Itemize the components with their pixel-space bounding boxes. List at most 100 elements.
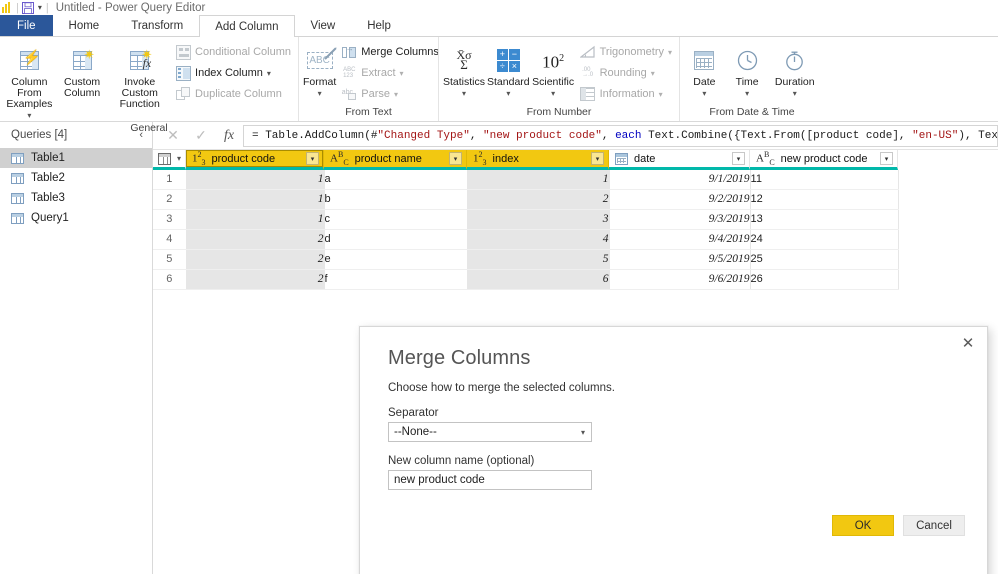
duration-button[interactable]: Duration ▾ — [770, 39, 820, 99]
save-icon[interactable] — [21, 1, 34, 14]
column-filter-icon[interactable]: ▾ — [880, 152, 894, 165]
format-caret[interactable]: ▾ — [318, 88, 322, 99]
table-cell[interactable]: 4 — [467, 229, 610, 250]
custom-column-button[interactable]: ✷ Custom Column — [57, 39, 108, 99]
statistics-caret[interactable]: ▾ — [462, 88, 466, 99]
quick-access-dropdown-icon[interactable]: ▾ — [37, 3, 43, 12]
column-from-examples-button[interactable]: ⚡ Column From Examples ▾ — [4, 39, 55, 121]
tab-transform[interactable]: Transform — [115, 15, 199, 36]
table-row[interactable]: 2 1 b 2 9/2/2019 12 — [153, 189, 899, 210]
table-cell[interactable]: 24 — [750, 229, 899, 250]
table-cell[interactable]: 25 — [750, 249, 899, 270]
standard-caret[interactable]: ▾ — [506, 88, 510, 99]
table-cell[interactable]: a — [324, 170, 468, 190]
table-cell[interactable]: 1 — [186, 209, 325, 230]
trigonometry-button[interactable]: Trigonometry ▾ — [577, 43, 675, 61]
date-button[interactable]: Date ▾ — [684, 39, 725, 99]
column-filter-icon[interactable]: ▾ — [306, 152, 320, 165]
extract-caret[interactable]: ▾ — [400, 69, 404, 78]
column-from-examples-caret[interactable]: ▾ — [27, 110, 31, 121]
table-cell[interactable]: 2 — [186, 269, 325, 290]
information-button[interactable]: Information ▾ — [577, 85, 675, 103]
table-cell[interactable]: 9/3/2019 — [609, 209, 751, 230]
table-corner-header[interactable]: ▾ — [153, 150, 187, 170]
column-filter-icon[interactable]: ▾ — [591, 152, 605, 165]
tab-file[interactable]: File — [0, 15, 53, 36]
column-filter-icon[interactable]: ▾ — [449, 152, 463, 165]
rounding-caret[interactable]: ▾ — [651, 69, 655, 78]
column-filter-icon[interactable]: ▾ — [732, 152, 746, 165]
format-button[interactable]: ABC Format ▾ — [303, 39, 336, 99]
table-cell[interactable]: f — [324, 269, 468, 290]
table-cell[interactable]: 2 — [186, 249, 325, 270]
merge-columns-button[interactable]: → Merge Columns — [338, 43, 442, 61]
table-cell[interactable]: 9/5/2019 — [609, 249, 751, 270]
conditional-column-button[interactable]: Conditional Column — [172, 43, 294, 61]
table-cell[interactable]: 9/2/2019 — [609, 189, 751, 210]
tab-home[interactable]: Home — [53, 15, 116, 36]
table-cell[interactable]: d — [324, 229, 468, 250]
table-cell[interactable]: c — [324, 209, 468, 230]
sidebar-item-table3[interactable]: Table3 — [0, 188, 152, 208]
column-header-date[interactable]: date ▾ — [609, 150, 751, 170]
invoke-custom-function-button[interactable]: ✷ fx Invoke Custom Function — [109, 39, 170, 110]
sidebar-item-query1[interactable]: Query1 — [0, 208, 152, 228]
table-row[interactable]: 3 1 c 3 9/3/2019 13 — [153, 209, 899, 230]
column-header-new-product-code[interactable]: ABC new product code ▾ — [750, 150, 899, 170]
table-cell[interactable]: 2 — [186, 229, 325, 250]
table-cell[interactable]: 2 — [467, 189, 610, 210]
table-cell[interactable]: e — [324, 249, 468, 270]
table-cell[interactable]: 1 — [467, 170, 610, 190]
tab-view[interactable]: View — [295, 15, 352, 36]
rounding-button[interactable]: .00 →.0 Rounding ▾ — [577, 64, 675, 82]
tab-help[interactable]: Help — [351, 15, 407, 36]
table-cell[interactable]: 26 — [750, 269, 899, 290]
scientific-button[interactable]: 102 Scientific ▾ — [532, 39, 575, 99]
cancel-button[interactable]: Cancel — [903, 515, 965, 536]
column-header-product-name[interactable]: ABC product name ▾ — [324, 150, 468, 170]
parse-button[interactable]: abc Parse ▾ — [338, 85, 442, 103]
standard-button[interactable]: + − ÷ × Standard ▾ — [487, 39, 530, 99]
chevron-down-icon[interactable]: ▾ — [575, 428, 591, 437]
row-number[interactable]: 5 — [153, 249, 187, 270]
table-cell[interactable]: 13 — [750, 209, 899, 230]
column-header-product-code[interactable]: 123 product code ▾ — [186, 150, 325, 170]
index-column-button[interactable]: Index Column ▾ — [172, 64, 294, 82]
ok-button[interactable]: OK — [832, 515, 894, 536]
statistics-button[interactable]: X̄σ Σ Statistics ▾ — [443, 39, 485, 99]
time-caret[interactable]: ▾ — [745, 88, 749, 99]
formula-input[interactable]: = Table.AddColumn(#"Changed Type", "new … — [243, 124, 998, 147]
duplicate-column-button[interactable]: Duplicate Column — [172, 85, 294, 103]
row-number[interactable]: 2 — [153, 189, 187, 210]
sidebar-item-table1[interactable]: Table1 — [0, 148, 152, 168]
row-number[interactable]: 1 — [153, 170, 187, 190]
tab-add-column[interactable]: Add Column — [199, 15, 295, 37]
table-cell[interactable]: 11 — [750, 170, 899, 190]
table-cell[interactable]: 9/1/2019 — [609, 170, 751, 190]
table-cell[interactable]: 1 — [186, 170, 325, 190]
table-row[interactable]: 5 2 e 5 9/5/2019 25 — [153, 249, 899, 270]
table-row[interactable]: 6 2 f 6 9/6/2019 26 — [153, 269, 899, 290]
parse-caret[interactable]: ▾ — [394, 90, 398, 99]
extract-button[interactable]: ABC 123 Extract ▾ — [338, 64, 442, 82]
table-row[interactable]: 4 2 d 4 9/4/2019 24 — [153, 229, 899, 250]
information-caret[interactable]: ▾ — [659, 90, 663, 99]
close-icon[interactable]: ✕ — [957, 333, 979, 353]
table-cell[interactable]: 9/6/2019 — [609, 269, 751, 290]
separator-select[interactable]: --None-- ▾ — [388, 422, 592, 442]
column-header-index[interactable]: 123 index ▾ — [467, 150, 610, 170]
table-cell[interactable]: 1 — [186, 189, 325, 210]
table-cell[interactable]: 3 — [467, 209, 610, 230]
table-cell[interactable]: b — [324, 189, 468, 210]
sidebar-item-table2[interactable]: Table2 — [0, 168, 152, 188]
time-button[interactable]: Time ▾ — [727, 39, 768, 99]
row-number[interactable]: 3 — [153, 209, 187, 230]
date-caret[interactable]: ▾ — [702, 88, 706, 99]
scientific-caret[interactable]: ▾ — [551, 88, 555, 99]
table-cell[interactable]: 5 — [467, 249, 610, 270]
row-number[interactable]: 4 — [153, 229, 187, 250]
table-corner-caret[interactable]: ▾ — [177, 154, 181, 163]
table-cell[interactable]: 9/4/2019 — [609, 229, 751, 250]
row-number[interactable]: 6 — [153, 269, 187, 290]
table-row[interactable]: 1 1 a 1 9/1/2019 11 — [153, 170, 899, 190]
